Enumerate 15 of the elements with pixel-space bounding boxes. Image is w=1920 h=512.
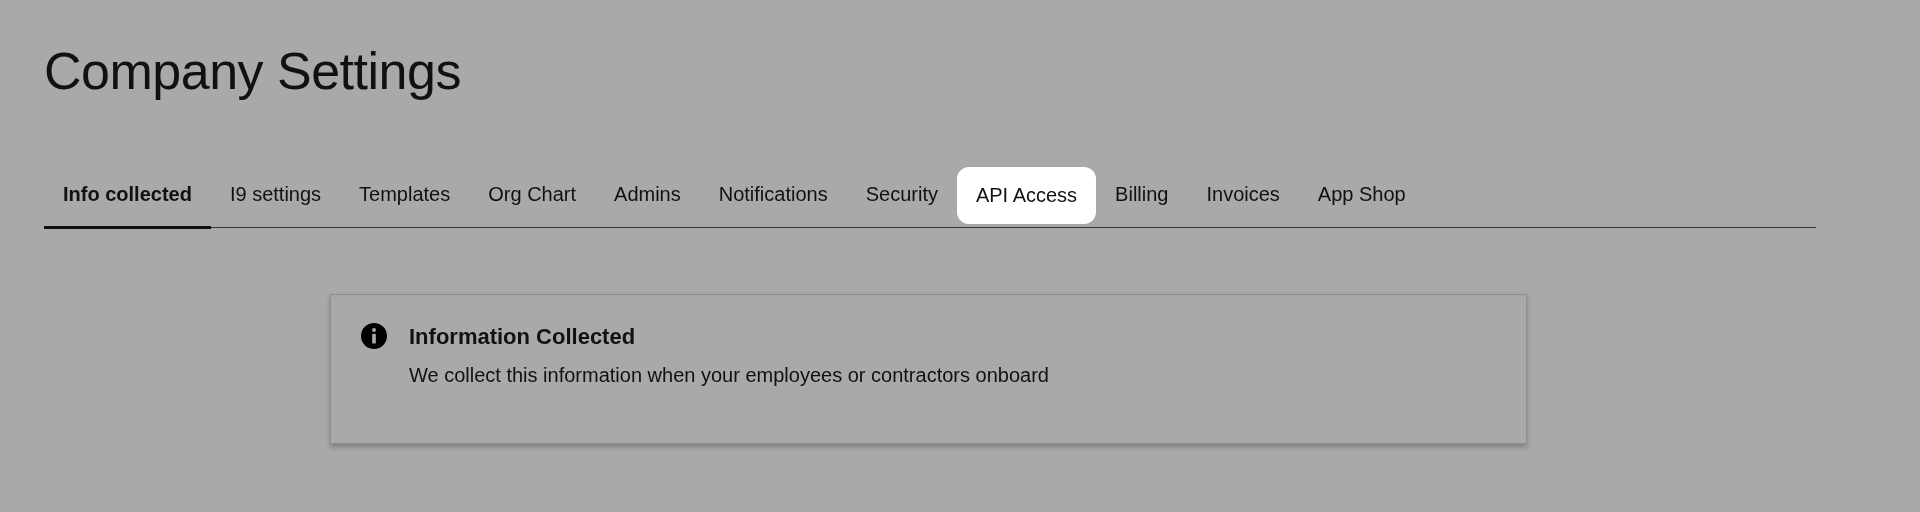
tab[interactable]: App Shop bbox=[1298, 163, 1425, 229]
tab[interactable]: Admins bbox=[595, 163, 700, 229]
tab[interactable]: Invoices bbox=[1187, 163, 1299, 229]
tab[interactable]: Org Chart bbox=[469, 163, 596, 229]
tab[interactable]: Templates bbox=[340, 163, 470, 229]
notice-title: Information Collected bbox=[409, 323, 637, 350]
tab[interactable]: Security bbox=[846, 163, 957, 229]
tab[interactable]: Notifications bbox=[699, 163, 847, 229]
notice-text: We collect this information when your employees or contractors onboard bbox=[409, 363, 1049, 387]
tab[interactable]: Billing bbox=[1096, 163, 1188, 229]
tab[interactable]: I9 settings bbox=[210, 163, 341, 229]
tab[interactable]: API Access bbox=[956, 166, 1097, 224]
page-title: Company Settings bbox=[44, 41, 462, 102]
tab[interactable]: Info collected bbox=[44, 163, 211, 229]
info-icon bbox=[361, 322, 387, 349]
